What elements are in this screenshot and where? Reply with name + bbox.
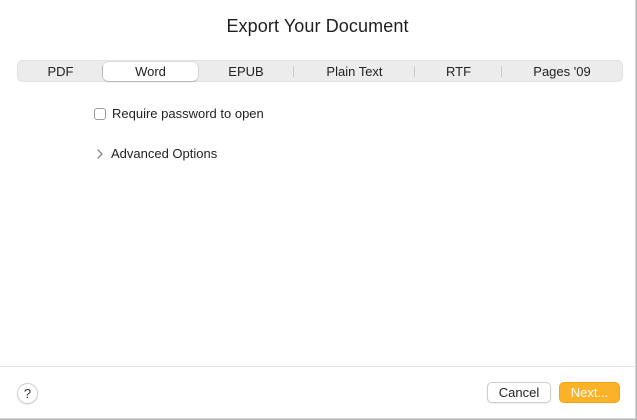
tab-label: RTF [445, 63, 472, 79]
tab-rtf[interactable]: RTF [415, 61, 502, 81]
question-mark-icon: ? [23, 386, 32, 401]
tab-pdf[interactable]: PDF [18, 61, 103, 81]
footer-divider [0, 366, 636, 367]
tab-label: Plain Text [326, 63, 383, 79]
next-button[interactable]: Next... [559, 382, 620, 403]
tab-plain-text[interactable]: Plain Text [294, 61, 415, 81]
advanced-options-disclosure[interactable]: Advanced Options [96, 146, 217, 161]
export-dialog: Export Your Document PDF Word EPUB Plain… [0, 0, 636, 419]
tab-word[interactable]: Word [103, 61, 198, 81]
advanced-options-label[interactable]: Advanced Options [111, 146, 217, 161]
dialog-title: Export Your Document [226, 16, 409, 36]
require-password-option[interactable]: Require password to open [94, 106, 264, 121]
require-password-label[interactable]: Require password to open [112, 106, 264, 121]
tab-epub[interactable]: EPUB [198, 61, 294, 81]
chevron-right-icon[interactable] [96, 148, 104, 160]
cancel-button[interactable]: Cancel [487, 382, 551, 403]
require-password-checkbox[interactable] [94, 107, 106, 120]
tab-label: Word [135, 63, 166, 79]
cancel-button-label: Cancel [498, 385, 540, 400]
tab-label: PDF [47, 63, 74, 79]
tab-pages-09[interactable]: Pages '09 [502, 61, 622, 81]
help-button[interactable]: ? [17, 383, 38, 404]
next-button-label: Next... [570, 385, 609, 400]
tab-label: EPUB [228, 63, 264, 79]
format-segmented-control: PDF Word EPUB Plain Text RTF Pages '09 [17, 60, 623, 82]
tab-label: Pages '09 [533, 63, 591, 79]
